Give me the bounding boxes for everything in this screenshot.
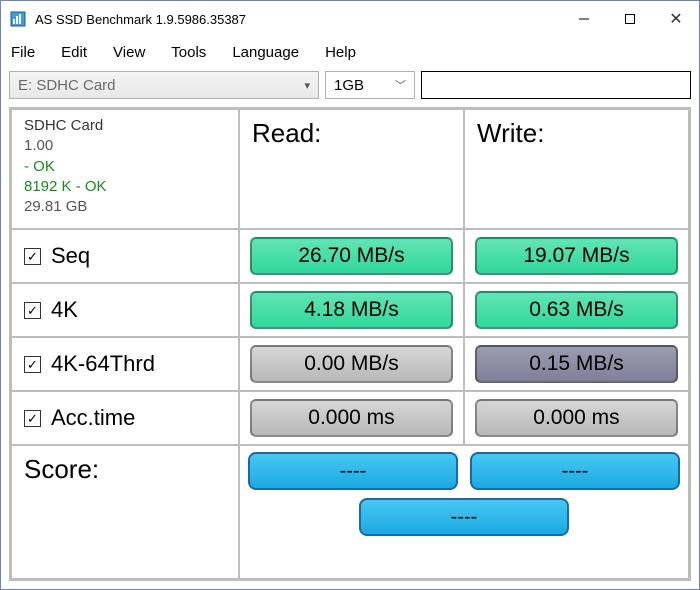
- row-4k64-label: ✓ 4K-64Thrd: [11, 337, 239, 391]
- value-acc-write: 0.000 ms: [475, 399, 678, 437]
- text-input[interactable]: [421, 71, 691, 99]
- menu-tools[interactable]: Tools: [171, 44, 206, 61]
- drive-select[interactable]: E: SDHC Card ▾: [9, 71, 319, 99]
- cell-4k64-write: 0.15 MB/s: [464, 337, 689, 391]
- label-seq: Seq: [51, 243, 90, 269]
- row-4k-label: ✓ 4K: [11, 283, 239, 337]
- header-read: Read:: [239, 109, 464, 229]
- maximize-button[interactable]: [607, 1, 653, 37]
- menu-view[interactable]: View: [113, 44, 145, 61]
- score-write: ----: [470, 452, 680, 490]
- content: SDHC Card 1.00 - OK 8192 K - OK 29.81 GB…: [1, 103, 699, 589]
- score-label: Score:: [11, 445, 239, 579]
- chevron-down-icon: ▾: [304, 79, 310, 92]
- cell-seq-read: 26.70 MB/s: [239, 229, 464, 283]
- results-grid: SDHC Card 1.00 - OK 8192 K - OK 29.81 GB…: [9, 107, 691, 581]
- label-acc: Acc.time: [51, 405, 135, 431]
- minimize-button[interactable]: [561, 1, 607, 37]
- checkbox-acc[interactable]: ✓: [24, 410, 41, 427]
- drive-info: SDHC Card 1.00 - OK 8192 K - OK 29.81 GB: [11, 109, 239, 229]
- checkbox-seq[interactable]: ✓: [24, 248, 41, 265]
- checkbox-4k[interactable]: ✓: [24, 302, 41, 319]
- row-acc-label: ✓ Acc.time: [11, 391, 239, 445]
- label-4k: 4K: [51, 297, 78, 323]
- score-total: ----: [359, 498, 569, 536]
- size-select[interactable]: 1GB ﹀: [325, 71, 415, 99]
- drive-status-1: - OK: [24, 157, 55, 177]
- menu-file[interactable]: File: [11, 44, 35, 61]
- value-4k64-read: 0.00 MB/s: [250, 345, 453, 383]
- checkbox-4k64[interactable]: ✓: [24, 356, 41, 373]
- toolbar: E: SDHC Card ▾ 1GB ﹀: [1, 67, 699, 103]
- value-seq-read: 26.70 MB/s: [250, 237, 453, 275]
- header-write: Write:: [464, 109, 689, 229]
- menu-help[interactable]: Help: [325, 44, 356, 61]
- drive-name: SDHC Card: [24, 116, 103, 136]
- label-4k64: 4K-64Thrd: [51, 351, 155, 377]
- titlebar: AS SSD Benchmark 1.9.5986.35387 ✕: [1, 1, 699, 37]
- value-seq-write: 19.07 MB/s: [475, 237, 678, 275]
- cell-4k-read: 4.18 MB/s: [239, 283, 464, 337]
- menu-edit[interactable]: Edit: [61, 44, 87, 61]
- app-window: AS SSD Benchmark 1.9.5986.35387 ✕ File E…: [0, 0, 700, 590]
- score-area: ---- ---- ----: [239, 445, 689, 579]
- size-select-value: 1GB: [334, 77, 364, 94]
- drive-capacity: 29.81 GB: [24, 197, 87, 217]
- menu-language[interactable]: Language: [232, 44, 299, 61]
- cell-seq-write: 19.07 MB/s: [464, 229, 689, 283]
- window-controls: ✕: [561, 1, 699, 37]
- value-acc-read: 0.000 ms: [250, 399, 453, 437]
- app-icon: [9, 10, 27, 28]
- close-button[interactable]: ✕: [653, 1, 699, 37]
- cell-acc-write: 0.000 ms: [464, 391, 689, 445]
- drive-status-2: 8192 K - OK: [24, 177, 107, 197]
- drive-select-value: E: SDHC Card: [18, 77, 116, 94]
- row-seq-label: ✓ Seq: [11, 229, 239, 283]
- value-4k-read: 4.18 MB/s: [250, 291, 453, 329]
- window-title: AS SSD Benchmark 1.9.5986.35387: [35, 12, 561, 27]
- cell-4k-write: 0.63 MB/s: [464, 283, 689, 337]
- drive-version: 1.00: [24, 136, 53, 156]
- value-4k-write: 0.63 MB/s: [475, 291, 678, 329]
- value-4k64-write: 0.15 MB/s: [475, 345, 678, 383]
- score-read: ----: [248, 452, 458, 490]
- cell-4k64-read: 0.00 MB/s: [239, 337, 464, 391]
- menubar: File Edit View Tools Language Help: [1, 37, 699, 67]
- chevron-down-icon: ﹀: [395, 77, 406, 93]
- cell-acc-read: 0.000 ms: [239, 391, 464, 445]
